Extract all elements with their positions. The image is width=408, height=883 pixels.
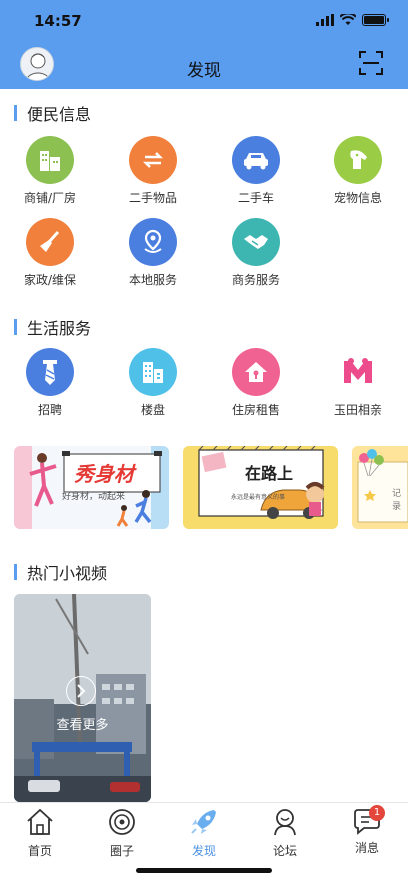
section-label: 生活服务 xyxy=(27,319,92,338)
unread-badge: 1 xyxy=(369,805,385,821)
tie-icon xyxy=(26,348,74,396)
tab-circle[interactable]: 圈子 xyxy=(92,807,152,859)
buildings-icon xyxy=(129,348,177,396)
tab-messages[interactable]: 1 消息 xyxy=(337,805,397,856)
status-bar: 14:57 xyxy=(0,0,408,44)
section-accent xyxy=(14,564,17,580)
section-accent xyxy=(14,105,17,121)
tab-label: 发现 xyxy=(191,844,216,858)
tab-label: 消息 xyxy=(354,841,379,855)
circle-icon xyxy=(109,809,135,835)
forum-icon xyxy=(274,809,296,836)
exchange-icon xyxy=(129,136,177,184)
tab-discover[interactable]: 发现 xyxy=(174,807,234,859)
section-title-life: 生活服务 xyxy=(14,315,91,339)
view-more-label[interactable]: 查看更多 xyxy=(14,714,151,733)
grid-item-label: 住房租售 xyxy=(231,403,280,417)
building-icon xyxy=(26,136,74,184)
broom-icon xyxy=(26,218,74,266)
home-indicator xyxy=(136,868,272,873)
grid-item-property[interactable]: 楼盘 xyxy=(118,348,188,418)
grid-item-label: 招聘 xyxy=(37,403,62,417)
signal-icon xyxy=(316,14,334,26)
grid-item-label: 家政/维保 xyxy=(23,273,77,287)
banner-record[interactable]: 记录 xyxy=(352,446,408,529)
status-time: 14:57 xyxy=(34,12,82,30)
scan-icon[interactable] xyxy=(358,50,384,76)
dog-icon xyxy=(334,136,382,184)
grid-item-label: 二手车 xyxy=(237,191,274,205)
battery-icon xyxy=(362,14,389,26)
home-icon xyxy=(27,808,53,835)
tab-forum[interactable]: 论坛 xyxy=(255,807,315,859)
grid-item-business[interactable]: 商务服务 xyxy=(221,218,291,288)
tab-label: 论坛 xyxy=(272,844,297,858)
section-accent xyxy=(14,319,17,335)
grid-item-recruitment[interactable]: 招聘 xyxy=(15,348,85,418)
grid-item-shops[interactable]: 商铺/厂房 xyxy=(15,136,85,206)
banner-fitness-title: 秀身材 xyxy=(74,462,134,486)
banner-road-subtitle: 永远是最有意义的事 xyxy=(231,494,286,501)
grid-item-label: 玉田相亲 xyxy=(333,403,382,417)
section-title-videos: 热门小视频 xyxy=(14,560,107,584)
section-title-convenience: 便民信息 xyxy=(14,101,91,125)
match-icon xyxy=(334,348,382,396)
handshake-icon xyxy=(232,218,280,266)
banner-road-art xyxy=(183,446,338,529)
section-label: 便民信息 xyxy=(27,105,92,124)
banner-road-title: 在路上 xyxy=(245,464,294,483)
grid-item-label: 本地服务 xyxy=(128,273,177,287)
grid-item-housekeeping[interactable]: 家政/维保 xyxy=(15,218,85,288)
tab-home[interactable]: 首页 xyxy=(10,807,70,859)
tab-label: 首页 xyxy=(27,844,52,858)
grid-item-housing[interactable]: 住房租售 xyxy=(221,348,291,418)
tab-label: 圈子 xyxy=(109,844,134,858)
wifi-icon xyxy=(340,14,356,25)
car-icon xyxy=(232,136,280,184)
nav-bar: 发现 xyxy=(0,44,408,89)
grid-item-local-service[interactable]: 本地服务 xyxy=(118,218,188,288)
grid-item-label: 二手物品 xyxy=(128,191,177,205)
page-title: 发现 xyxy=(187,61,221,81)
rocket-icon xyxy=(191,810,216,834)
grid-item-matchmaking[interactable]: 玉田相亲 xyxy=(323,348,393,418)
section-label: 热门小视频 xyxy=(27,564,108,583)
message-icon: 1 xyxy=(351,805,385,837)
status-icons xyxy=(316,14,389,26)
location-icon xyxy=(129,218,177,266)
banner-fitness-subtitle: 好身材，动起来 xyxy=(62,492,126,502)
grid-item-label: 商铺/厂房 xyxy=(23,191,77,205)
grid-item-used-car[interactable]: 二手车 xyxy=(221,136,291,206)
house-icon xyxy=(232,348,280,396)
video-card[interactable]: 查看更多 xyxy=(14,594,151,802)
banner-record-title: 记录 xyxy=(392,489,402,512)
banner-fitness[interactable]: 秀身材 好身材，动起来 xyxy=(14,446,169,529)
top-bar: 14:57 发现 xyxy=(0,0,408,89)
play-more-icon[interactable] xyxy=(66,676,96,706)
grid-item-secondhand-goods[interactable]: 二手物品 xyxy=(118,136,188,206)
grid-item-pets[interactable]: 宠物信息 xyxy=(323,136,393,206)
grid-item-label: 楼盘 xyxy=(140,403,165,417)
grid-item-label: 宠物信息 xyxy=(333,191,382,205)
grid-item-label: 商务服务 xyxy=(231,273,280,287)
banner-on-the-road[interactable]: 在路上 永远是最有意义的事 xyxy=(183,446,338,529)
